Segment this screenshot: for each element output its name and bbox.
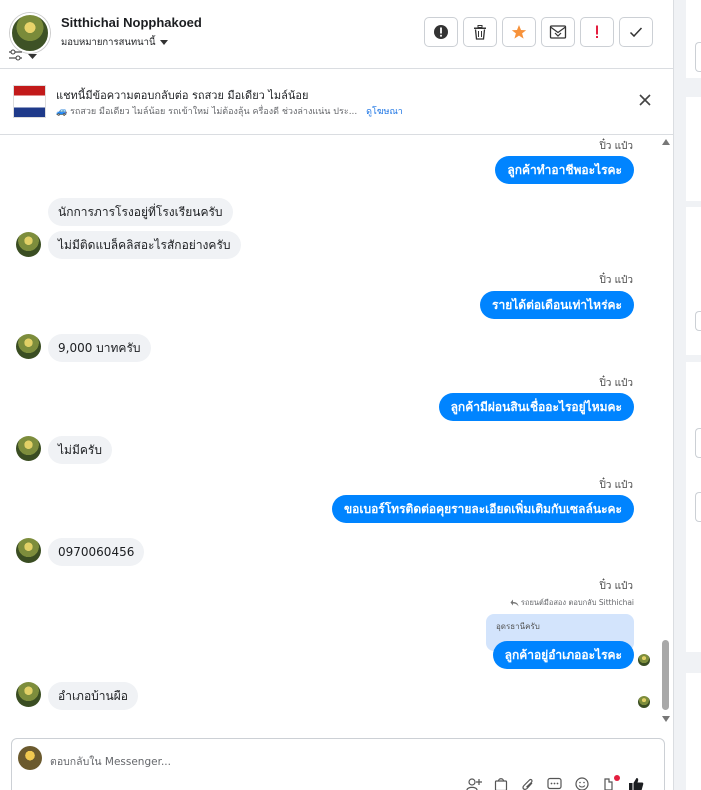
reply-input[interactable]: ตอบกลับใน Messenger... xyxy=(50,753,171,770)
sender-name: ปิ๋ว แป๋ว xyxy=(599,378,633,389)
reply-arrow-icon xyxy=(510,599,519,607)
ad-title: แชทนี้มีข้อความตอบกลับต่อ รถสวย มือเดียว… xyxy=(56,89,309,102)
contact-avatar xyxy=(16,232,41,257)
message-outgoing[interactable]: ลูกค้าอยู่อำเภออะไรคะ xyxy=(492,641,634,669)
attach-button[interactable] xyxy=(518,777,537,790)
paperclip-icon xyxy=(521,778,533,790)
composer-toolbar xyxy=(464,775,645,790)
details-input[interactable] xyxy=(695,311,701,331)
puzzle-icon xyxy=(603,778,613,790)
details-input[interactable] xyxy=(695,492,701,522)
done-button[interactable] xyxy=(619,17,653,47)
message-incoming[interactable]: 0970060456 xyxy=(48,538,145,566)
contact-avatar xyxy=(16,538,41,563)
seen-avatar xyxy=(638,654,650,666)
chevron-down-icon xyxy=(159,40,168,45)
like-button[interactable] xyxy=(626,777,645,790)
ad-thumbnail[interactable] xyxy=(13,85,46,118)
exclamation-circle-icon xyxy=(434,25,448,39)
contact-avatar xyxy=(16,436,41,461)
contact-avatar xyxy=(16,682,41,707)
filter-sliders-icon[interactable] xyxy=(8,48,42,64)
close-icon[interactable] xyxy=(637,92,653,108)
notification-dot xyxy=(614,775,620,781)
ad-subtitle: 🚙 รถสวย มือเดียว ไมล์น้อย รถเข้าใหม่ ไม่… xyxy=(56,107,358,117)
smiley-icon xyxy=(574,777,589,790)
ad-subtitle-row: 🚙 รถสวย มือเดียว ไมล์น้อย รถเข้าใหม่ ไม่… xyxy=(56,104,403,118)
message-outgoing[interactable]: ลูกค้าทำอาชีพอะไรคะ xyxy=(495,156,634,184)
assign-conversation-dropdown[interactable]: มอบหมายการสนทนานี้ xyxy=(61,35,168,50)
message-incoming[interactable]: ไม่มีครับ xyxy=(48,436,112,464)
thumbs-up-icon xyxy=(628,778,643,790)
extensions-button[interactable] xyxy=(599,775,620,790)
message-incoming[interactable]: นักการภารโรงอยู่ที่โรงเรียนครับ xyxy=(48,198,233,226)
details-input[interactable] xyxy=(695,428,701,458)
message-outgoing[interactable]: ลูกค้ามีผ่อนสินเชื่ออะไรอยู่ไหมคะ xyxy=(438,393,634,421)
shopping-bag-icon xyxy=(494,778,507,790)
person-plus-icon xyxy=(465,778,482,790)
sender-name: ปิ๋ว แป๋ว xyxy=(599,581,633,592)
contact-avatar xyxy=(16,334,41,359)
conversation-actions xyxy=(424,17,653,47)
mark-unread-button[interactable] xyxy=(541,17,575,47)
delete-button[interactable] xyxy=(463,17,497,47)
sender-name: ปิ๋ว แป๋ว xyxy=(599,141,633,152)
exclamation-icon xyxy=(596,25,598,38)
user-name[interactable]: Sitthichai Nopphakoed xyxy=(61,15,202,30)
emoji-button[interactable] xyxy=(572,777,591,790)
reply-note-text: รถยนต์มือสอง ตอบกลับ Sitthichai xyxy=(520,598,634,607)
user-avatar[interactable] xyxy=(10,13,50,53)
page-avatar xyxy=(18,746,42,770)
scroll-down-arrow-icon[interactable] xyxy=(661,715,671,723)
add-contact-button[interactable] xyxy=(464,777,483,790)
details-card xyxy=(686,207,701,355)
ad-context-bar: แชทนี้มีข้อความตอบกลับต่อ รถสวย มือเดียว… xyxy=(0,69,673,135)
message-incoming[interactable]: อำเภอบ้านผือ xyxy=(48,682,138,710)
star-icon xyxy=(511,25,527,39)
star-button[interactable] xyxy=(502,17,536,47)
spam-report-button[interactable] xyxy=(424,17,458,47)
view-ad-link[interactable]: ดูโฆษณา xyxy=(366,107,403,117)
trash-icon xyxy=(474,24,486,40)
saved-replies-button[interactable] xyxy=(545,777,564,790)
scrollbar-thumb[interactable] xyxy=(662,640,669,710)
priority-button[interactable] xyxy=(580,17,614,47)
details-card xyxy=(686,673,701,790)
details-input[interactable] xyxy=(695,42,701,72)
assign-label: มอบหมายการสนทนานี้ xyxy=(61,37,156,48)
shop-button[interactable] xyxy=(491,777,510,790)
message-incoming[interactable]: ไม่มีติดแบล็คลิสอะไรสักอย่างครับ xyxy=(48,231,241,259)
message-outgoing[interactable]: ขอเบอร์โทรติดต่อคุยรายละเอียดเพิ่มเติมกั… xyxy=(331,495,634,523)
chat-dots-icon xyxy=(547,777,562,790)
sender-name: ปิ๋ว แป๋ว xyxy=(599,480,633,491)
message-thread[interactable]: ปิ๋ว แป๋ว ลูกค้าทำอาชีพอะไรคะ นักการภารโ… xyxy=(0,135,660,735)
check-icon xyxy=(629,27,643,38)
envelope-x-icon xyxy=(549,25,567,39)
message-incoming[interactable]: 9,000 บาทครับ xyxy=(48,334,151,362)
sender-name: ปิ๋ว แป๋ว xyxy=(599,275,633,286)
seen-avatar xyxy=(638,696,650,708)
details-card xyxy=(686,97,701,201)
message-outgoing[interactable]: รายได้ต่อเดือนเท่าไหร่คะ xyxy=(480,291,634,319)
scroll-up-arrow-icon[interactable] xyxy=(661,138,671,146)
conversation-header: Sitthichai Nopphakoed มอบหมายการสนทนานี้ xyxy=(0,0,673,69)
reply-note: รถยนต์มือสอง ตอบกลับ Sitthichai xyxy=(510,597,634,609)
